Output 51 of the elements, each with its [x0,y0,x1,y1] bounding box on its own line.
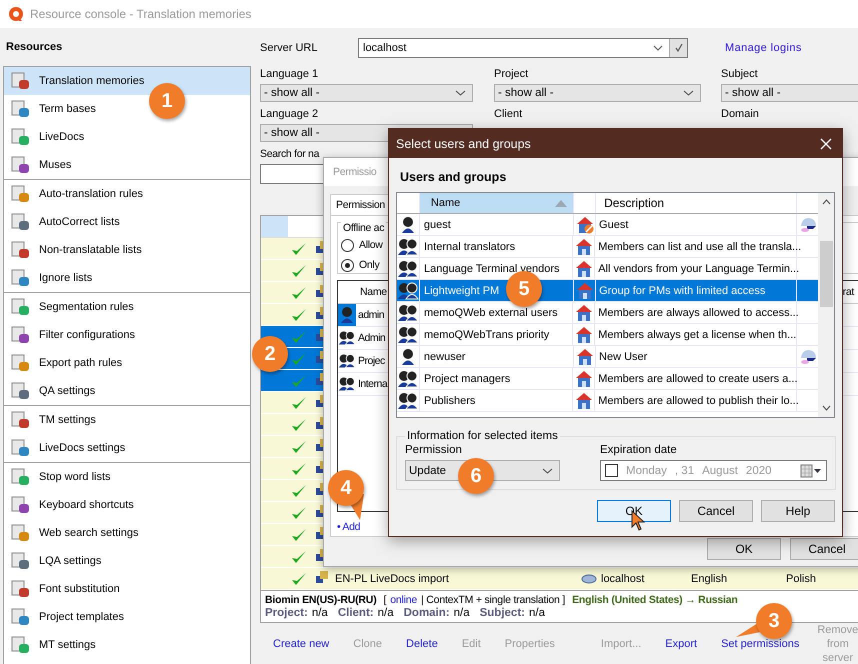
sidebar-title: Resources [5,41,64,55]
table-cell: Polish [786,572,816,584]
table-cell: All vendors from your Language Termin... [595,258,798,279]
search-label: Search for na [260,148,320,162]
field-label: Subject: [480,607,525,620]
table-cell-text: Interna [357,378,388,390]
table-cell: English [691,572,728,584]
table-cell: New User [596,346,798,367]
field-value: n/a [312,607,328,620]
table-cell: Members are allowed to create users a... [595,368,798,389]
table-cell: Guest [596,214,798,235]
field-value: n/a [378,607,394,620]
table-cell: EN-PL LiveDocs import [335,572,449,584]
dialog-title: Permissio [333,166,376,178]
server-url-label: Server URL [260,42,318,54]
group-title: Offline ac [341,222,386,234]
window-title: Resource console - Translation memories [30,7,252,21]
table-cell: Members are allowed to publish their lo... [595,390,798,411]
status-text: online [390,594,418,607]
table-cell: Group for PMs with limited access [596,280,798,301]
filter-label: Project [494,68,530,82]
memory-name: Biomin EN(US)-RU(RU) [265,594,376,607]
table-cell-text: Admin [357,332,386,344]
table-cell: Internal translators [420,236,574,257]
field-value: n/a [528,607,545,620]
filter-label: Language 2 [260,108,320,122]
filter-label: Domain [721,108,760,122]
filter-label: Client [494,108,524,122]
field-value: n/a [454,607,470,620]
table-cell: localhost [601,572,644,584]
table-cell: Members are always allowed to access... [595,302,798,323]
permission-label: Permission [405,444,463,456]
table-cell-text: Projec [357,355,385,367]
table-cell: newuser [420,346,574,367]
section-heading: Users and groups [399,170,508,186]
table-cell-text: admin [357,309,384,321]
table-cell: memoQWebTrans priority [420,324,574,345]
expiration-label: Expiration date [600,444,678,456]
language-pair: English (United States) → Russian [572,594,738,607]
table-cell: Members always get a license when th... [595,324,798,345]
memory-type: | ContexTM + single translation ] [421,594,566,607]
field-label: Client: [338,607,374,620]
filter-label: Subject [721,68,759,82]
table-cell: Project managers [420,368,574,389]
filter-label: Language 1 [260,68,320,82]
group-title: Information for selected items [406,430,559,442]
table-cell: Publishers [420,390,574,411]
field-label: Project: [265,607,308,620]
bracket-text: [ [384,594,386,607]
field-label: Domain: [404,607,450,620]
table-cell: guest [420,214,574,235]
